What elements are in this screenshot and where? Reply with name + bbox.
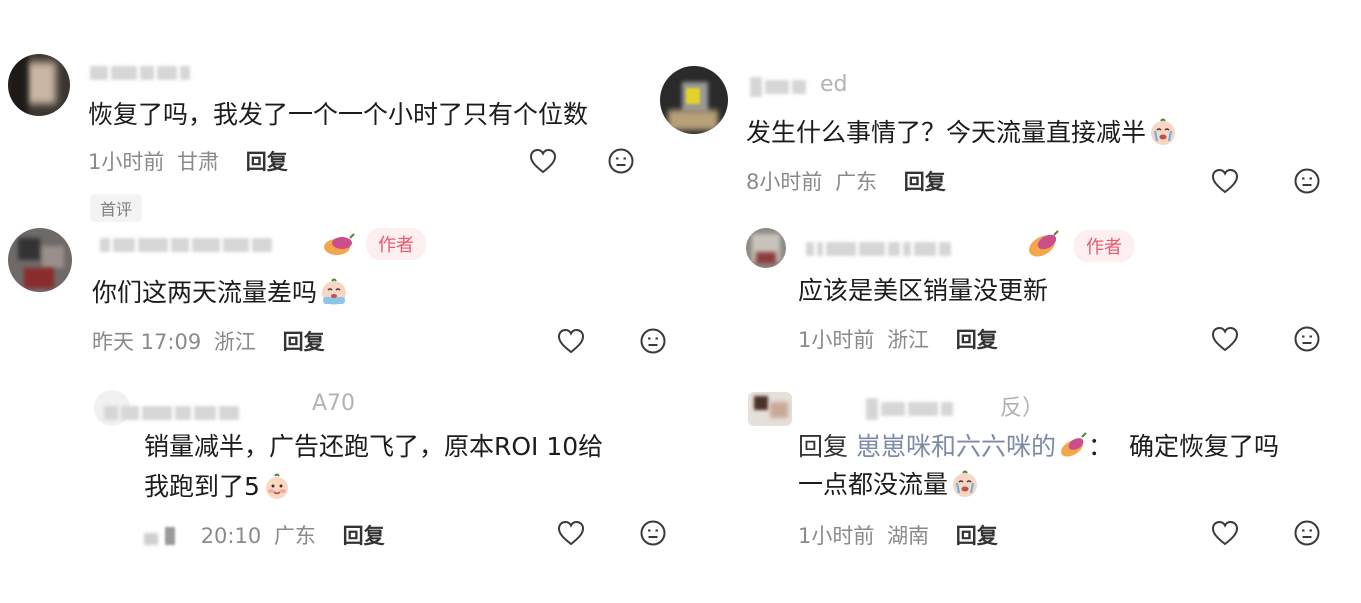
crying-face-icon	[1151, 118, 1176, 145]
comment-time: 1小时前	[88, 150, 165, 174]
comment-time: 8小时前	[746, 170, 823, 194]
username-suffix: ed	[820, 72, 848, 97]
comment-meta: 8小时前 广东 回复	[746, 166, 946, 196]
comment-time: 20:10	[200, 524, 262, 548]
reply-button[interactable]: 回复	[343, 524, 385, 548]
author-badge: 作者	[366, 228, 426, 260]
comment-text: 我跑到了5	[144, 468, 292, 506]
avatar[interactable]	[746, 228, 786, 268]
crying-face-icon	[322, 278, 347, 305]
comment-text: 应该是美区销量没更新	[798, 276, 1049, 305]
comment-region: 广东	[273, 524, 316, 548]
comment-text: 恢复了吗，我发了一个一个小时了只有个位数	[88, 100, 589, 129]
avatar[interactable]	[660, 66, 728, 134]
comment-text-content: 一点都没流量	[798, 470, 949, 499]
comment-item: 反） 回复 崽崽咪和六六咪的 ： 确定恢复了吗 一点都没流量 1小时前 湖南 回…	[680, 380, 1361, 600]
comment-text-content: 确定恢复了吗	[1128, 432, 1279, 461]
reply-button[interactable]: 回复	[283, 330, 325, 354]
crying-face-icon	[953, 470, 978, 497]
username-suffix: 反）	[1000, 396, 1045, 421]
comment-meta: 1小时前 湖南 回复	[798, 520, 998, 550]
comment-meta: 20:10 广东 回复	[144, 520, 385, 550]
avatar[interactable]	[8, 228, 72, 292]
comment-time: 1小时前	[798, 524, 875, 548]
dislike-face-icon[interactable]	[638, 518, 668, 548]
username-blurred[interactable]	[750, 76, 806, 98]
comment-meta: 1小时前 甘肃 回复	[88, 146, 288, 176]
comment-item: A70 销量减半，广告还跑飞了，原本ROI 10给 我跑到了5 20:10 广东…	[0, 380, 680, 600]
reply-button[interactable]: 回复	[956, 524, 998, 548]
heart-outline-icon[interactable]	[528, 146, 558, 176]
right-comment-column: ed 发生什么事情了？今天流量直接减半 8小时前 广东 回复 作者 应该是美区销…	[660, 0, 1361, 603]
username-suffix: A70	[312, 391, 356, 416]
comment-time: 1小时前	[798, 328, 875, 352]
comment-meta: 1小时前 浙江 回复	[798, 324, 998, 354]
comment-item: 作者 应该是美区销量没更新 1小时前 浙江 回复	[680, 220, 1361, 370]
comment-region: 湖南	[887, 524, 930, 548]
username-blurred[interactable]	[104, 402, 239, 424]
dislike-face-icon[interactable]	[1292, 166, 1322, 196]
comment-item: ed 发生什么事情了？今天流量直接减半 8小时前 广东 回复	[660, 0, 1361, 210]
comment-item: 作者 你们这两天流量差吗 昨天 17:09 浙江 回复	[0, 220, 680, 370]
dislike-face-icon[interactable]	[1292, 518, 1322, 548]
comment-region: 浙江	[213, 330, 256, 354]
heart-outline-icon[interactable]	[1210, 518, 1240, 548]
left-comment-column: 恢复了吗，我发了一个一个小时了只有个位数 1小时前 甘肃 回复 首评 作者 你们…	[0, 0, 680, 603]
reply-button[interactable]: 回复	[246, 150, 288, 174]
sweet-potato-icon	[1061, 432, 1087, 457]
username-blurred[interactable]	[866, 398, 953, 420]
username-blurred[interactable]	[100, 234, 272, 256]
comment-item: 恢复了吗，我发了一个一个小时了只有个位数 1小时前 甘肃 回复 首评	[0, 0, 680, 222]
reply-button[interactable]: 回复	[904, 170, 946, 194]
comment-text-content: 你们这两天流量差吗	[92, 278, 318, 307]
comment-text-content: 我跑到了5	[144, 472, 260, 501]
comment-region: 浙江	[887, 328, 930, 352]
first-comment-badge: 首评	[90, 194, 143, 222]
dislike-face-icon[interactable]	[1292, 324, 1322, 354]
comment-meta: 昨天 17:09 浙江 回复	[92, 326, 325, 356]
avatar[interactable]	[8, 54, 70, 116]
comment-text: 发生什么事情了？今天流量直接减半	[746, 114, 1178, 152]
reply-colon: ：	[1087, 432, 1113, 461]
comment-region: 甘肃	[177, 150, 220, 174]
username-blurred[interactable]	[90, 62, 190, 84]
reply-target-name[interactable]: 崽崽咪和六六咪的	[856, 432, 1056, 461]
sweet-potato-icon	[1029, 230, 1059, 257]
comment-text: 一点都没流量	[798, 466, 980, 504]
comment-text: 回复 崽崽咪和六六咪的 ： 确定恢复了吗	[798, 428, 1279, 466]
comment-text: 你们这两天流量差吗	[92, 274, 349, 312]
comment-time: 昨天 17:09	[92, 330, 202, 354]
comment-region: 广东	[835, 170, 878, 194]
avatar[interactable]	[748, 392, 792, 426]
heart-outline-icon[interactable]	[556, 518, 586, 548]
dislike-face-icon[interactable]	[638, 326, 668, 356]
comment-text: 销量减半，广告还跑飞了，原本ROI 10给	[144, 432, 604, 461]
blurred-date	[144, 526, 194, 546]
sweet-potato-icon	[324, 233, 355, 255]
smiling-face-icon	[265, 473, 288, 499]
dislike-face-icon[interactable]	[606, 146, 636, 176]
username-blurred[interactable]	[806, 238, 951, 260]
reply-prefix: 回复	[798, 432, 849, 461]
heart-outline-icon[interactable]	[1210, 324, 1240, 354]
comment-text-content: 发生什么事情了？今天流量直接减半	[746, 118, 1147, 147]
author-badge: 作者	[1074, 230, 1134, 262]
heart-outline-icon[interactable]	[1210, 166, 1240, 196]
reply-button[interactable]: 回复	[956, 328, 998, 352]
heart-outline-icon[interactable]	[556, 326, 586, 356]
